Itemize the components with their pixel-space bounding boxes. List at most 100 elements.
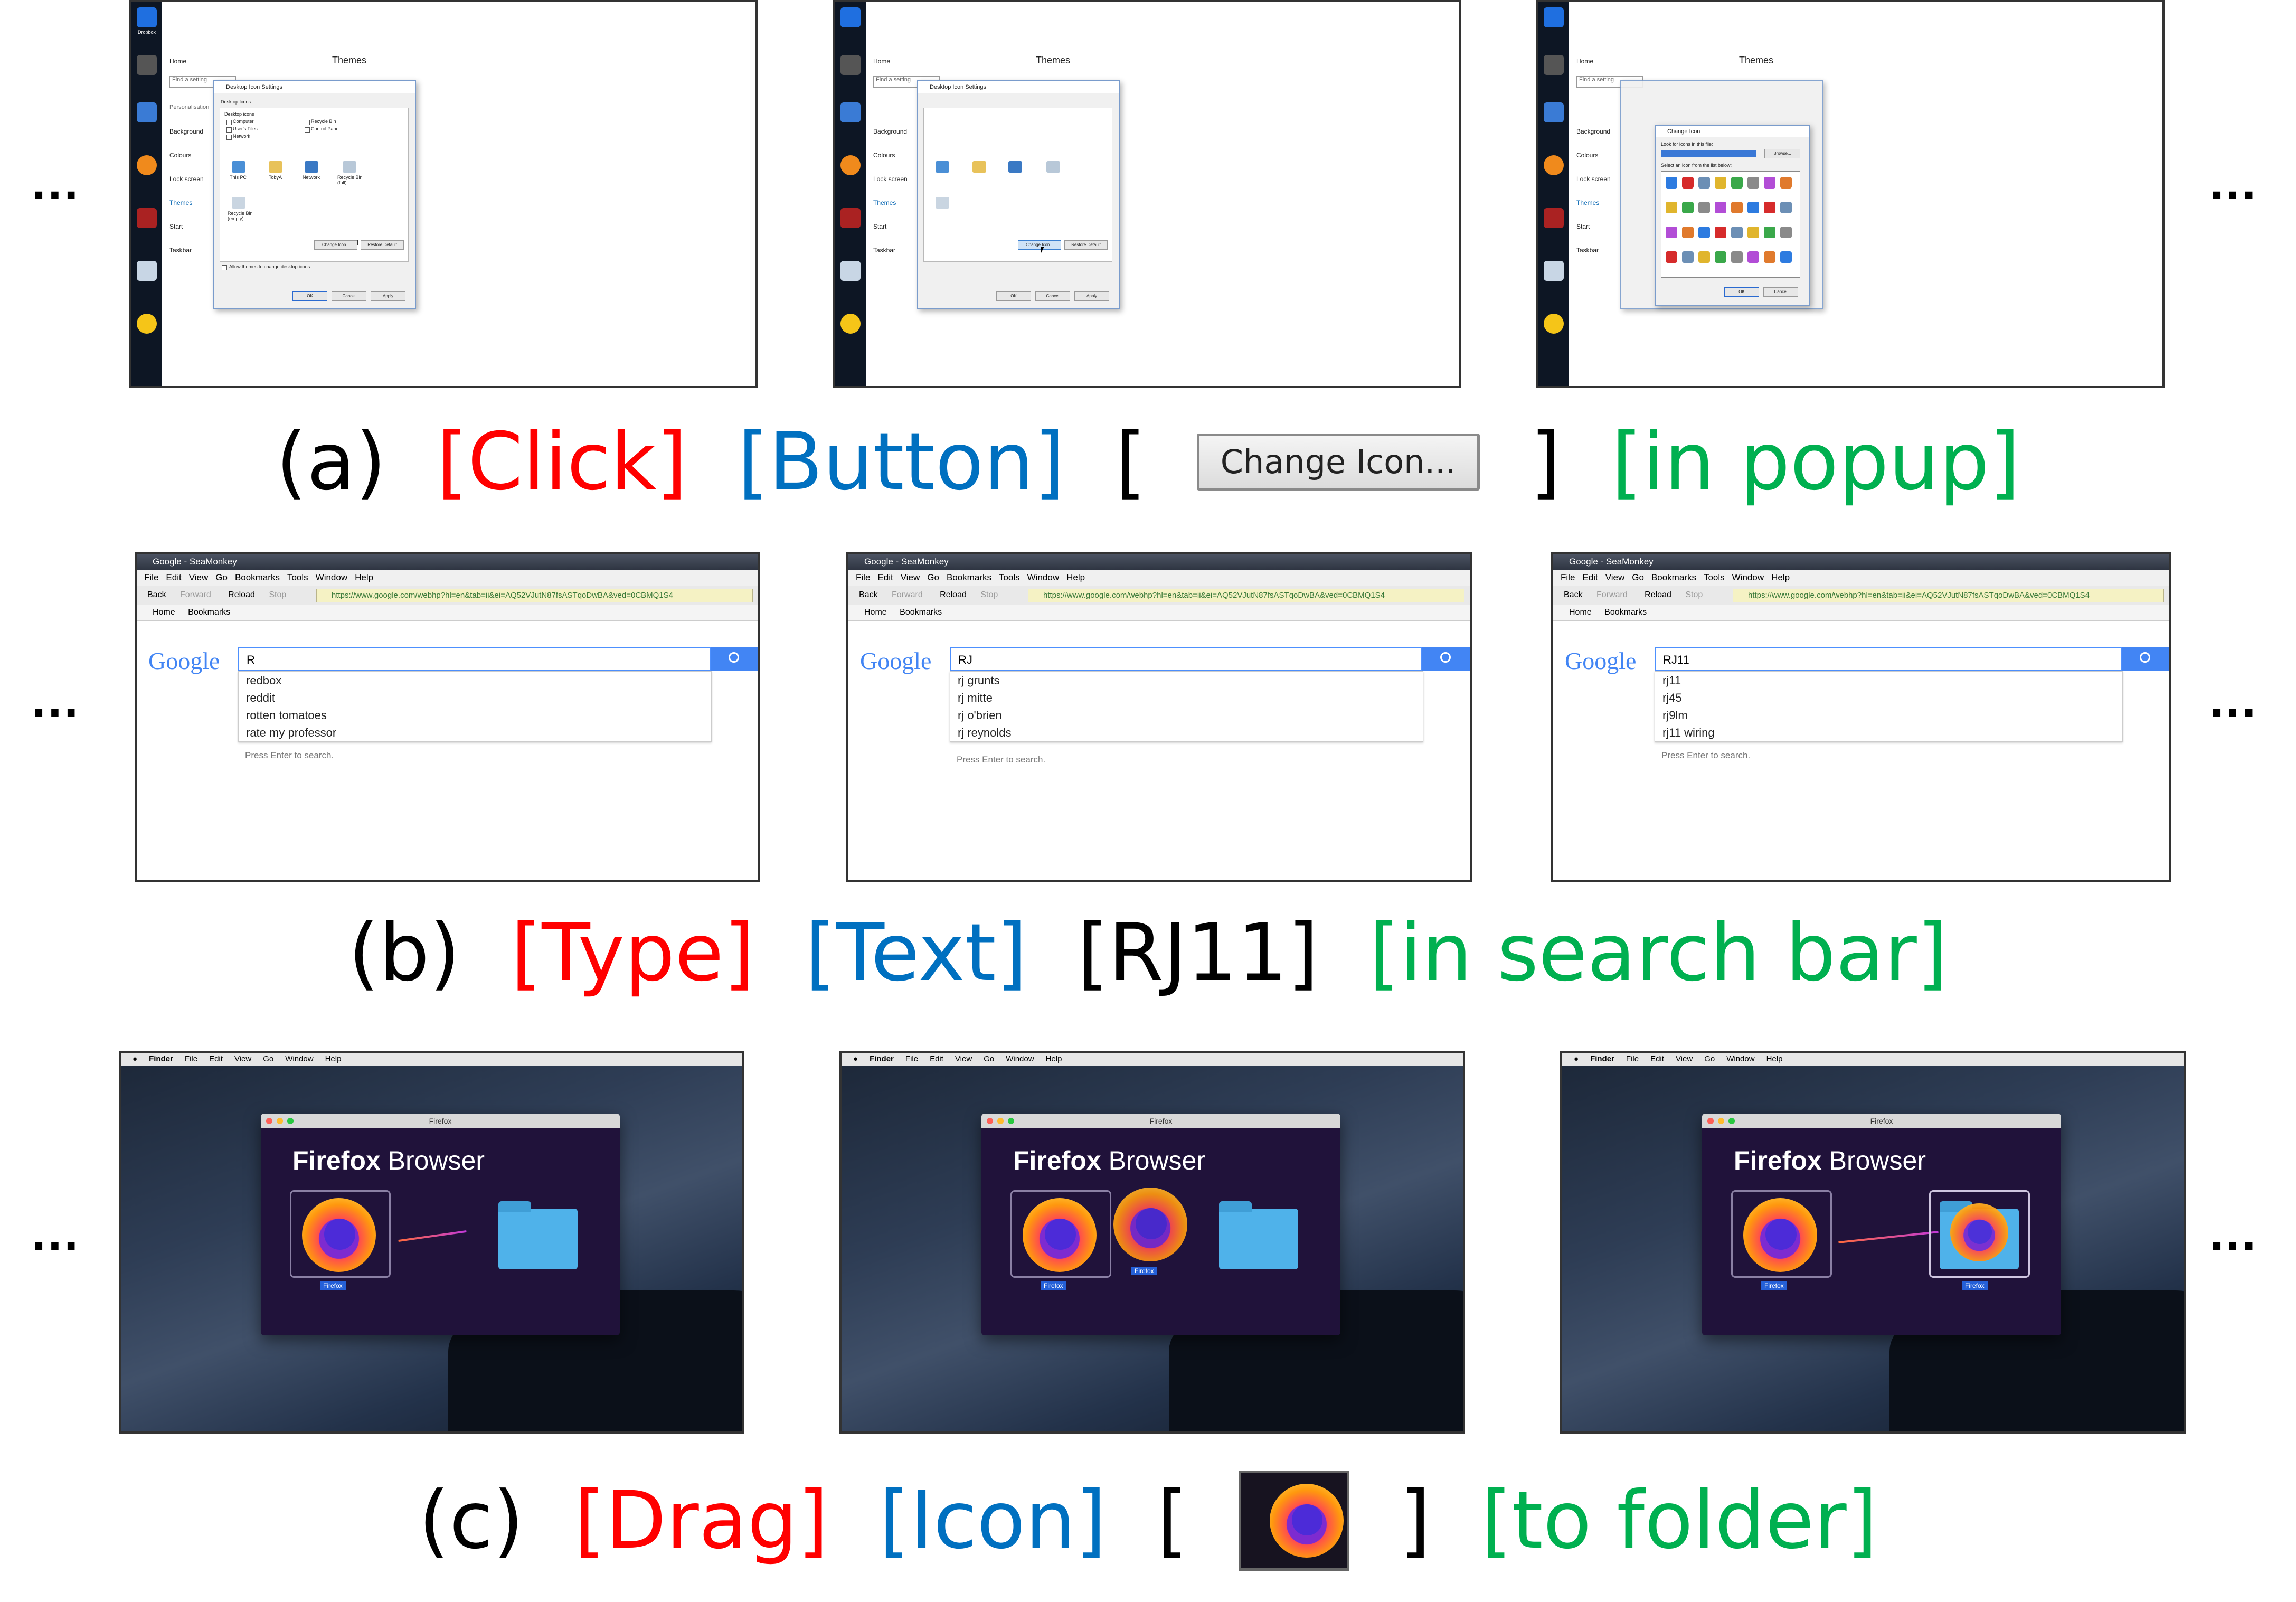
selectable-icon[interactable] — [1731, 251, 1743, 263]
applications-folder-icon[interactable] — [498, 1201, 578, 1269]
nav-start[interactable]: Start — [1576, 223, 1590, 230]
suggestion-item[interactable]: rotten tomatoes — [239, 706, 711, 724]
nav-lock-screen[interactable]: Lock screen — [873, 175, 908, 183]
suggestion-item[interactable]: rj mitte — [950, 689, 1423, 706]
nav-themes[interactable]: Themes — [1576, 199, 1599, 206]
apple-icon[interactable]: ● — [133, 1054, 137, 1063]
minimize-button[interactable] — [277, 1118, 283, 1124]
home-button[interactable]: Home — [153, 608, 175, 617]
menu-go[interactable]: Go — [984, 1054, 994, 1063]
selectable-icon[interactable] — [1698, 177, 1710, 189]
nav-themes[interactable]: Themes — [873, 199, 896, 206]
selectable-icon[interactable] — [1698, 202, 1710, 213]
reload-button[interactable]: Reload — [1645, 590, 1671, 599]
selectable-icon[interactable] — [1666, 177, 1677, 189]
menu-finder[interactable]: Finder — [1590, 1054, 1614, 1063]
menu-go[interactable]: Go — [263, 1054, 273, 1063]
user-folder-icon[interactable] — [269, 161, 282, 173]
menu-bookmarks[interactable]: Bookmarks — [235, 572, 280, 582]
network-icon[interactable] — [1008, 161, 1022, 173]
menu-bookmarks[interactable]: Bookmarks — [947, 572, 991, 582]
selectable-icon[interactable] — [1715, 177, 1726, 189]
back-button[interactable]: Back — [147, 590, 166, 599]
nav-colours[interactable]: Colours — [169, 152, 191, 159]
change-icon-button[interactable]: Change Icon... — [314, 240, 358, 250]
this-pc-icon[interactable] — [936, 161, 949, 173]
selectable-icon[interactable] — [1715, 202, 1726, 213]
menu-file[interactable]: File — [1626, 1054, 1639, 1063]
suggestion-item[interactable]: rj o'brien — [950, 706, 1423, 724]
minimize-button[interactable] — [997, 1118, 1004, 1124]
search-input[interactable]: RJ11 — [1655, 647, 2122, 671]
back-button[interactable]: Back — [1564, 590, 1583, 599]
reload-button[interactable]: Reload — [940, 590, 967, 599]
suggestion-item[interactable]: rj11 wiring — [1655, 724, 2122, 741]
menu-finder[interactable]: Finder — [870, 1054, 894, 1063]
menu-view[interactable]: View — [901, 572, 920, 582]
dropped-firefox-icon[interactable] — [1950, 1203, 2008, 1261]
icon-file-path-input[interactable] — [1661, 150, 1756, 157]
firefox-app-icon[interactable] — [1023, 1198, 1097, 1272]
menu-view[interactable]: View — [1676, 1054, 1693, 1063]
menu-window[interactable]: Window — [1732, 572, 1764, 582]
bookmarks-button[interactable]: Bookmarks — [188, 608, 230, 617]
zoom-button[interactable] — [287, 1118, 294, 1124]
checkbox-users-files[interactable] — [226, 127, 232, 133]
selectable-icon[interactable] — [1747, 177, 1759, 189]
selectable-icon[interactable] — [1731, 177, 1743, 189]
recycle-empty-icon[interactable] — [232, 197, 245, 209]
change-icon-button[interactable]: Change Icon... — [1018, 240, 1061, 250]
nav-taskbar[interactable]: Taskbar — [169, 247, 192, 254]
apple-icon[interactable]: ● — [1574, 1054, 1579, 1063]
menu-help[interactable]: Help — [1766, 1054, 1783, 1063]
menu-edit[interactable]: Edit — [1650, 1054, 1664, 1063]
suggestion-item[interactable]: rj11 — [1655, 672, 2122, 689]
menu-go[interactable]: Go — [927, 572, 939, 582]
menu-edit[interactable]: Edit — [877, 572, 893, 582]
close-button[interactable] — [1707, 1118, 1714, 1124]
menu-file[interactable]: File — [1561, 572, 1575, 582]
checkbox-network[interactable] — [226, 135, 232, 140]
stop-button[interactable]: Stop — [1685, 590, 1703, 599]
suggestion-item[interactable]: reddit — [239, 689, 711, 706]
url-bar[interactable]: https://www.google.com/webhp?hl=en&tab=i… — [1733, 589, 2164, 602]
menu-finder[interactable]: Finder — [149, 1054, 173, 1063]
search-button[interactable] — [711, 647, 758, 671]
recycle-full-icon[interactable] — [343, 161, 356, 173]
search-input[interactable]: RJ — [950, 647, 1422, 671]
selectable-icon[interactable] — [1764, 227, 1775, 238]
selectable-icon[interactable] — [1666, 202, 1677, 213]
menu-go[interactable]: Go — [1704, 1054, 1715, 1063]
search-input[interactable]: R — [238, 647, 711, 671]
nav-background[interactable]: Background — [873, 128, 907, 135]
dragged-firefox-icon[interactable] — [1113, 1188, 1187, 1261]
apple-icon[interactable]: ● — [853, 1054, 858, 1063]
suggestion-item[interactable]: redbox — [239, 672, 711, 689]
allow-themes-checkbox[interactable] — [222, 265, 227, 270]
suggestion-item[interactable]: rj reynolds — [950, 724, 1423, 741]
nav-lock-screen[interactable]: Lock screen — [1576, 175, 1611, 183]
stop-button[interactable]: Stop — [269, 590, 286, 599]
bookmarks-button[interactable]: Bookmarks — [900, 608, 942, 617]
menu-help[interactable]: Help — [1046, 1054, 1062, 1063]
selectable-icon[interactable] — [1715, 251, 1726, 263]
selectable-icon[interactable] — [1698, 251, 1710, 263]
nav-colours[interactable]: Colours — [873, 152, 895, 159]
selectable-icon[interactable] — [1780, 177, 1792, 189]
recycle-full-icon[interactable] — [1046, 161, 1060, 173]
firefox-app-icon[interactable] — [302, 1198, 376, 1272]
firefox-app-icon[interactable] — [1743, 1198, 1817, 1272]
menu-file[interactable]: File — [905, 1054, 918, 1063]
back-button[interactable]: Back — [859, 590, 878, 599]
browse-button[interactable]: Browse... — [1764, 149, 1800, 158]
menu-view[interactable]: View — [1605, 572, 1625, 582]
menu-edit[interactable]: Edit — [209, 1054, 223, 1063]
search-button[interactable] — [1422, 647, 1470, 671]
applications-folder-icon[interactable] — [1219, 1201, 1298, 1269]
forward-button[interactable]: Forward — [180, 590, 211, 599]
nav-home[interactable]: Home — [169, 58, 186, 65]
selectable-icon[interactable] — [1682, 202, 1694, 213]
selectable-icon[interactable] — [1780, 227, 1792, 238]
selectable-icon[interactable] — [1682, 177, 1694, 189]
forward-button[interactable]: Forward — [892, 590, 923, 599]
